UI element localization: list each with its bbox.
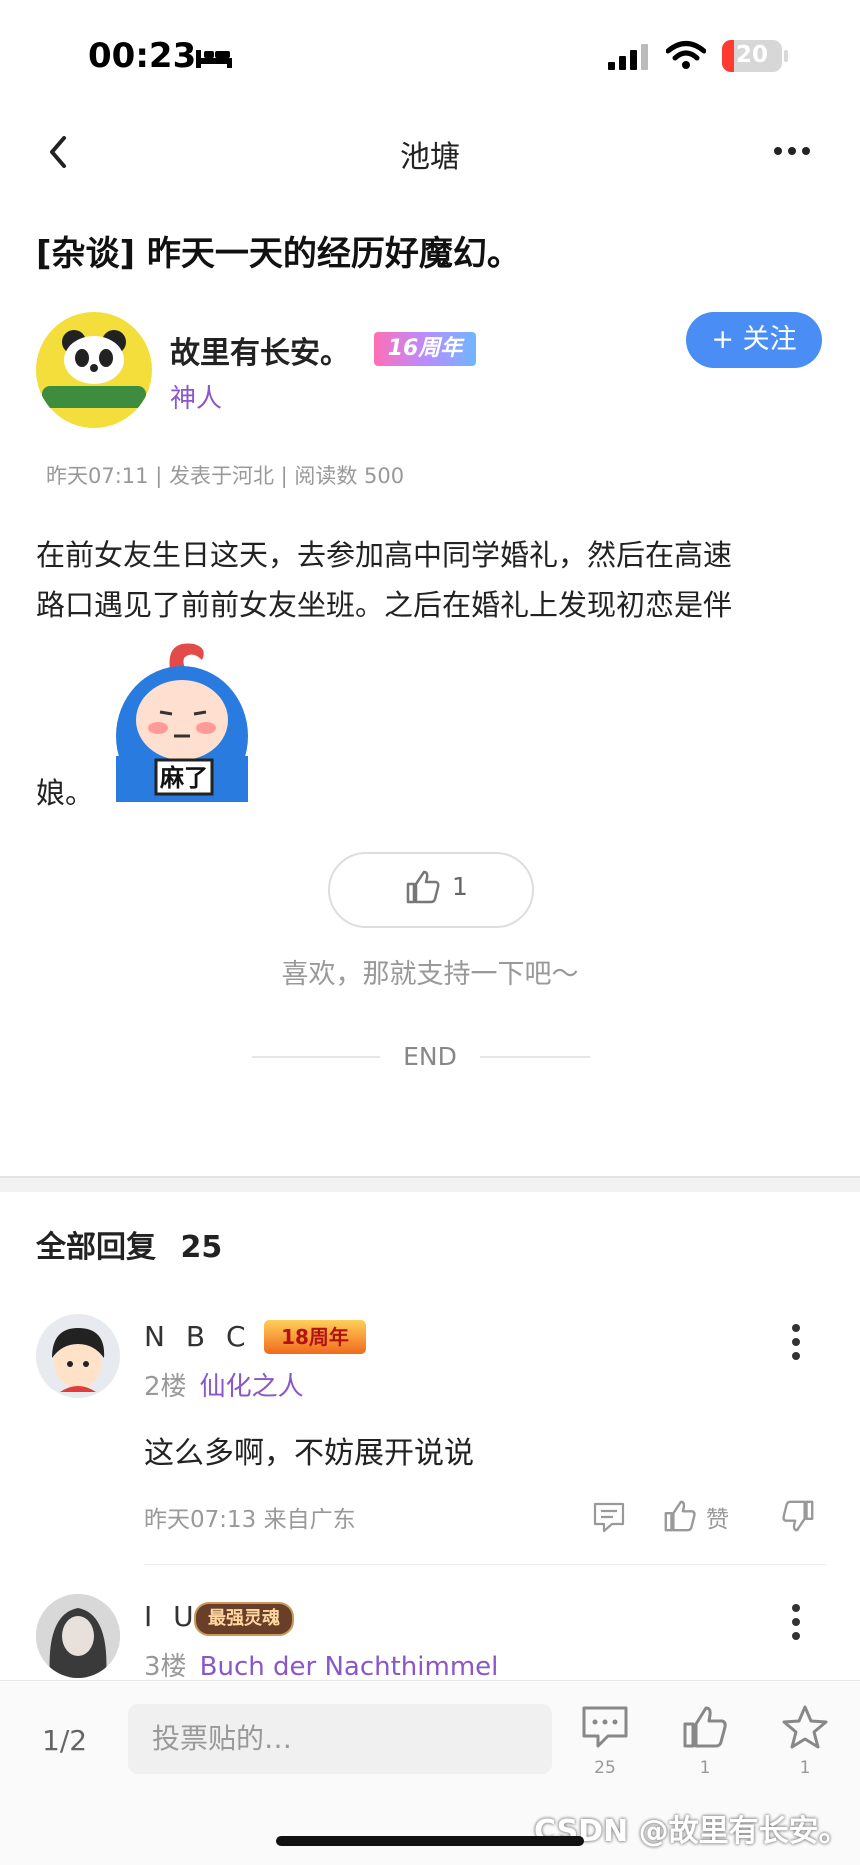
- author-rank: 神人: [170, 384, 223, 414]
- battery-icon: 20: [722, 40, 782, 72]
- commenter-avatar[interactable]: [36, 1594, 120, 1678]
- star-icon[interactable]: [780, 1704, 830, 1750]
- comment-count: 25: [594, 1758, 616, 1778]
- replies-title: 全部回复: [36, 1230, 156, 1265]
- post-body: 在前女友生日这天，去参加高中同学婚礼，然后在高速 路口遇见了前前女友坐班。之后在…: [36, 530, 826, 630]
- like-count: 1: [452, 872, 468, 901]
- post-meta: 昨天07:11 | 发表于河北 | 阅读数 500: [46, 464, 405, 488]
- favorite-count: 1: [799, 1758, 811, 1778]
- home-indicator[interactable]: [276, 1836, 584, 1846]
- body-line: 娘。: [36, 776, 95, 810]
- wifi-icon: [666, 41, 706, 69]
- comment-icon[interactable]: [580, 1704, 630, 1750]
- like-count: 1: [699, 1758, 711, 1778]
- floor-number: 2楼: [144, 1372, 187, 1402]
- comment-menu-icon[interactable]: [790, 1602, 802, 1642]
- replies-header: 全部回复 25: [36, 1222, 222, 1266]
- cartoon-boy-icon: [52, 1328, 105, 1392]
- battery-level: 20: [735, 42, 768, 68]
- panda-icon: [42, 330, 146, 408]
- end-label: END: [403, 1042, 457, 1071]
- back-icon[interactable]: [40, 132, 76, 172]
- commenter-rank: Buch der Nachthimmel: [199, 1652, 499, 1682]
- section-divider: [0, 1176, 860, 1192]
- status-time: 00:23: [88, 36, 197, 76]
- commenter-rank: 仙化之人: [199, 1372, 304, 1402]
- end-divider-right: [480, 1056, 590, 1058]
- body-line: 路口遇见了前前女友坐班。之后在婚礼上发现初恋是伴: [36, 588, 733, 622]
- commenter-avatar[interactable]: [36, 1314, 120, 1398]
- like-label[interactable]: 赞: [706, 1500, 729, 1534]
- commenter-name[interactable]: I U: [144, 1600, 200, 1633]
- body-line: 在前女友生日这天，去参加高中同学婚礼，然后在高速: [36, 538, 733, 572]
- sticker-image[interactable]: 麻了: [108, 636, 256, 802]
- reply-icon[interactable]: [592, 1500, 626, 1534]
- replies-count: 25: [180, 1230, 223, 1265]
- page-indicator[interactable]: 1/2: [42, 1724, 87, 1757]
- comment-floor: 2楼 仙化之人: [144, 1366, 304, 1403]
- thumbs-down-icon[interactable]: [780, 1498, 816, 1534]
- comment-menu-icon[interactable]: [790, 1322, 802, 1362]
- thumbs-up-icon[interactable]: [662, 1498, 698, 1534]
- floor-number: 3楼: [144, 1652, 187, 1682]
- portrait-icon: [36, 1594, 120, 1678]
- comment-time: 昨天07:13 来自广东: [144, 1507, 356, 1533]
- author-avatar[interactable]: [36, 312, 152, 428]
- sleep-icon: [196, 50, 232, 68]
- post-title: [杂谈] 昨天一天的经历好魔幻。: [36, 234, 521, 274]
- anniversary-badge: 16周年: [374, 332, 476, 366]
- follow-button[interactable]: + 关注: [686, 312, 822, 368]
- reply-input[interactable]: 投票贴的…: [128, 1704, 552, 1774]
- thumbs-up-icon[interactable]: [680, 1704, 730, 1750]
- sticker-label: 麻了: [159, 764, 208, 792]
- title-badge: 最强灵魂: [194, 1602, 294, 1636]
- comment-divider: [144, 1564, 826, 1565]
- author-name[interactable]: 故里有长安。: [170, 328, 350, 372]
- battery-cap: [784, 50, 788, 62]
- comment-text: 这么多啊，不妨展开说说: [144, 1436, 474, 1471]
- page-title: 池塘: [400, 140, 460, 175]
- thumbs-up-icon: [406, 870, 440, 904]
- more-icon[interactable]: [770, 136, 814, 166]
- signal-icon: [608, 44, 648, 70]
- support-text: 喜欢，那就支持一下吧～: [281, 959, 579, 990]
- end-divider-left: [252, 1056, 380, 1058]
- anniversary-badge: 18周年: [264, 1320, 366, 1354]
- comment-floor: 3楼 Buch der Nachthimmel: [144, 1646, 498, 1683]
